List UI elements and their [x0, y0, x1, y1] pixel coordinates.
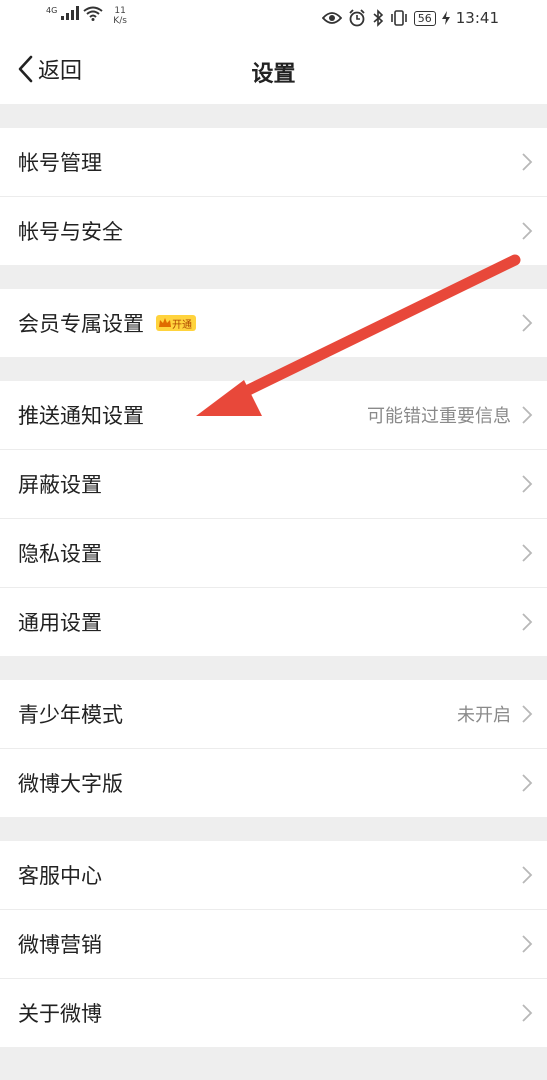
section-gap — [0, 357, 547, 381]
chevron-right-icon — [522, 705, 533, 723]
vip-badge-label: 开通 — [172, 319, 192, 331]
alarm-icon — [349, 9, 365, 27]
network-type: 4G — [46, 6, 58, 15]
chevron-right-icon — [522, 314, 533, 332]
row-label: 微博大字版 — [18, 772, 123, 796]
general-settings-row[interactable]: 通用设置 — [0, 588, 547, 656]
status-left: 4G 11 K/s — [46, 6, 127, 26]
clock-time: 13:41 — [455, 9, 499, 27]
speed-unit: K/s — [113, 16, 127, 26]
bluetooth-icon — [373, 9, 383, 27]
account-security-row[interactable]: 帐号与安全 — [0, 197, 547, 265]
row-label: 微博营销 — [18, 933, 102, 957]
chevron-right-icon — [522, 935, 533, 953]
weibo-marketing-row[interactable]: 微博营销 — [0, 910, 547, 979]
page-title: 设置 — [251, 62, 296, 87]
about-weibo-row[interactable]: 关于微博 — [0, 979, 547, 1047]
row-label: 通用设置 — [18, 611, 102, 635]
row-label: 关于微博 — [18, 1002, 102, 1026]
large-font-edition-row[interactable]: 微博大字版 — [0, 749, 547, 817]
chevron-right-icon — [522, 406, 533, 424]
battery-indicator: 56 — [413, 10, 436, 26]
block-settings-row[interactable]: 屏蔽设置 — [0, 450, 547, 519]
vip-badge[interactable]: 开通 — [156, 315, 196, 331]
row-label: 会员专属设置 — [18, 312, 144, 336]
settings-group-vip: 会员专属设置 开通 — [0, 289, 547, 357]
wifi-icon — [83, 6, 103, 21]
crown-icon — [159, 318, 171, 327]
chevron-right-icon — [522, 153, 533, 171]
status-right: 56 13:41 — [321, 9, 499, 27]
account-management-row[interactable]: 帐号管理 — [0, 128, 547, 197]
section-gap — [0, 265, 547, 289]
chevron-right-icon — [522, 544, 533, 562]
nav-bar: 返回 设置 — [0, 38, 547, 104]
row-label: 推送通知设置 — [18, 404, 144, 428]
status-bar: 4G 11 K/s 56 13:41 — [0, 0, 547, 38]
privacy-settings-row[interactable]: 隐私设置 — [0, 519, 547, 588]
section-gap — [0, 104, 547, 128]
row-label: 帐号与安全 — [18, 220, 123, 244]
row-label: 隐私设置 — [18, 542, 102, 566]
settings-group-mode: 青少年模式 未开启 微博大字版 — [0, 680, 547, 817]
chevron-right-icon — [522, 475, 533, 493]
row-label: 屏蔽设置 — [18, 473, 102, 497]
section-gap — [0, 656, 547, 680]
chevron-right-icon — [522, 866, 533, 884]
speed-value: 11 — [114, 6, 126, 16]
row-label: 青少年模式 — [18, 703, 123, 727]
network-speed: 11 K/s — [113, 6, 127, 26]
vibrate-icon — [390, 10, 407, 26]
row-value: 可能错过重要信息 — [367, 406, 511, 427]
chevron-right-icon — [522, 1004, 533, 1022]
settings-group-about: 客服中心 微博营销 关于微博 — [0, 841, 547, 1047]
settings-group-account: 帐号管理 帐号与安全 — [0, 128, 547, 265]
teen-mode-row[interactable]: 青少年模式 未开启 — [0, 680, 547, 749]
charging-icon — [441, 11, 450, 25]
row-label: 客服中心 — [18, 864, 102, 888]
signal-icon — [61, 6, 80, 20]
vip-settings-row[interactable]: 会员专属设置 开通 — [0, 289, 547, 357]
eye-icon — [321, 12, 342, 24]
chevron-right-icon — [522, 774, 533, 792]
push-notification-row[interactable]: 推送通知设置 可能错过重要信息 — [0, 381, 547, 450]
chevron-right-icon — [522, 613, 533, 631]
row-label: 帐号管理 — [18, 151, 102, 175]
settings-group-general: 推送通知设置 可能错过重要信息 屏蔽设置 隐私设置 通用设置 — [0, 381, 547, 656]
customer-service-row[interactable]: 客服中心 — [0, 841, 547, 910]
row-value: 未开启 — [457, 705, 511, 726]
section-gap — [0, 817, 547, 841]
chevron-right-icon — [522, 222, 533, 240]
